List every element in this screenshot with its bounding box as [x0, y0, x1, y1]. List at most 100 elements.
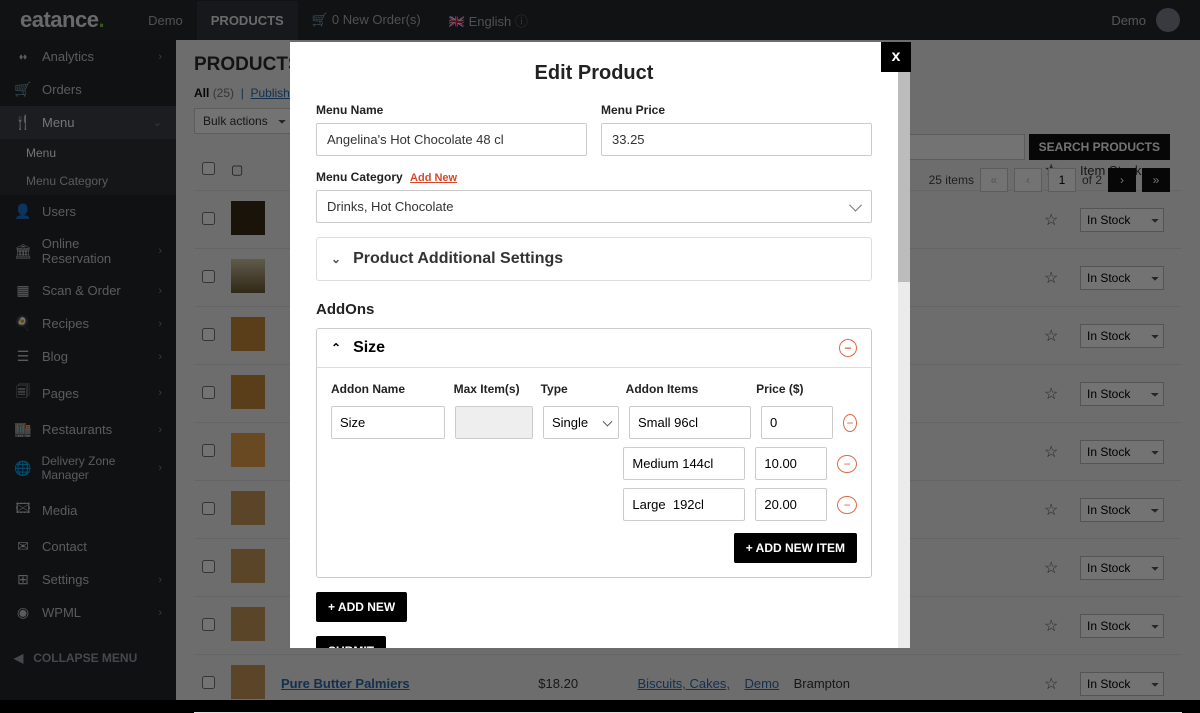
row-checkbox[interactable]: [202, 618, 215, 631]
bulk-actions-select[interactable]: Bulk actions: [194, 108, 291, 134]
select-all-checkbox[interactable]: [202, 162, 215, 175]
qr-icon: ▦: [14, 282, 32, 299]
row-checkbox[interactable]: [202, 328, 215, 341]
star-icon[interactable]: ☆: [1044, 444, 1058, 461]
row-checkbox[interactable]: [202, 212, 215, 225]
sidebar-sub-menu-category[interactable]: Menu Category: [0, 167, 176, 195]
menu-price-input[interactable]: [601, 123, 872, 156]
row-checkbox[interactable]: [202, 444, 215, 457]
row-checkbox[interactable]: [202, 676, 215, 689]
sidebar-item-blog[interactable]: ☰Blog›: [0, 340, 176, 373]
stock-select[interactable]: In Stock: [1080, 556, 1164, 580]
topbar-user[interactable]: Demo: [1111, 13, 1146, 28]
sidebar-item-analytics[interactable]: ⬪⬪Analytics›: [0, 40, 176, 73]
addon-item-name-input[interactable]: [623, 488, 745, 521]
product-name[interactable]: Pure Butter Palmiers: [281, 676, 410, 691]
logo[interactable]: eatance.: [20, 7, 104, 33]
stock-select[interactable]: In Stock: [1080, 324, 1164, 348]
collapse-icon: ◀: [14, 651, 23, 665]
pager-last[interactable]: »: [1142, 168, 1170, 192]
addon-item-name-input[interactable]: [623, 447, 745, 480]
add-new-addon-button[interactable]: + ADD NEW: [316, 592, 407, 622]
row-checkbox[interactable]: [202, 502, 215, 515]
chevron-right-icon: ›: [158, 462, 162, 474]
addon-item-name-input[interactable]: [629, 406, 751, 439]
topnav-demo[interactable]: Demo: [134, 1, 197, 40]
add-new-item-button[interactable]: + ADD NEW ITEM: [734, 533, 857, 563]
remove-item-icon[interactable]: −: [837, 455, 857, 473]
star-icon[interactable]: ☆: [1044, 676, 1058, 693]
stock-select[interactable]: In Stock: [1080, 614, 1164, 638]
chevron-right-icon: ›: [158, 574, 162, 586]
sidebar-item-scan-order[interactable]: ▦Scan & Order›: [0, 274, 176, 307]
addon-name-input[interactable]: [331, 406, 445, 439]
modal-scrollbar[interactable]: [898, 42, 910, 648]
col-addon-items: Addon Items: [626, 382, 746, 396]
collapse-menu-button[interactable]: ◀COLLAPSE MENU: [0, 643, 176, 673]
user-icon: 👤: [14, 203, 32, 220]
topnav-products[interactable]: PRODUCTS: [197, 1, 298, 40]
star-icon[interactable]: ☆: [1044, 618, 1058, 635]
addon-item-price-input[interactable]: [755, 447, 827, 480]
pager-prev[interactable]: ‹: [1014, 168, 1042, 192]
filter-all[interactable]: All (25): [194, 86, 234, 100]
sidebar-item-contact[interactable]: ✉Contact: [0, 530, 176, 563]
remove-item-icon[interactable]: −: [843, 414, 857, 432]
sidebar-item-orders[interactable]: 🛒Orders: [0, 73, 176, 106]
cart-icon: 🛒: [14, 81, 32, 98]
submit-button[interactable]: SUBMIT: [316, 636, 386, 648]
row-checkbox[interactable]: [202, 560, 215, 573]
star-icon[interactable]: ☆: [1044, 560, 1058, 577]
addon-max-input[interactable]: [455, 406, 533, 439]
product-thumb: [231, 317, 265, 351]
pager-current[interactable]: [1048, 168, 1076, 192]
grid-icon: ⊞: [14, 571, 32, 588]
product-additional-accordion[interactable]: ⌄ Product Additional Settings: [316, 237, 872, 281]
pager-first[interactable]: «: [980, 168, 1008, 192]
addon-item-price-input[interactable]: [761, 406, 833, 439]
addon-size-header[interactable]: ⌃ Size −: [317, 329, 871, 368]
sidebar-item-pages[interactable]: 🗐Pages›: [0, 373, 176, 413]
sidebar-item-media[interactable]: 🖾Media: [0, 490, 176, 530]
sidebar-item-online-reservation[interactable]: 🏛Online Reservation›: [0, 228, 176, 274]
sidebar-item-recipes[interactable]: 🍳Recipes›: [0, 307, 176, 340]
sidebar-item-delivery-zone[interactable]: 🌐Delivery Zone Manager›: [0, 446, 176, 490]
avatar[interactable]: [1156, 8, 1180, 32]
modal-close-button[interactable]: x: [881, 42, 911, 72]
addon-type-select[interactable]: Single: [543, 406, 619, 439]
sidebar-item-menu[interactable]: 🍴Menu⌄: [0, 106, 176, 139]
row-checkbox[interactable]: [202, 270, 215, 283]
menu-category-select[interactable]: Drinks, Hot Chocolate: [316, 190, 872, 223]
stock-select[interactable]: In Stock: [1080, 382, 1164, 406]
star-icon[interactable]: ☆: [1044, 212, 1058, 229]
row-checkbox[interactable]: [202, 386, 215, 399]
stock-select[interactable]: In Stock: [1080, 498, 1164, 522]
stock-select[interactable]: In Stock: [1080, 266, 1164, 290]
stock-select[interactable]: In Stock: [1080, 672, 1164, 696]
star-icon[interactable]: ☆: [1044, 386, 1058, 403]
remove-addon-icon[interactable]: −: [839, 339, 857, 357]
wpml-icon: ◉: [14, 604, 32, 621]
stock-select[interactable]: In Stock: [1080, 208, 1164, 232]
sidebar-sub-menu[interactable]: Menu: [0, 139, 176, 167]
star-icon[interactable]: ☆: [1044, 328, 1058, 345]
pager-next[interactable]: ›: [1108, 168, 1136, 192]
star-icon[interactable]: ☆: [1044, 502, 1058, 519]
chevron-right-icon: ›: [158, 424, 162, 436]
star-icon[interactable]: ☆: [1044, 270, 1058, 287]
stock-select[interactable]: In Stock: [1080, 440, 1164, 464]
search-products-button[interactable]: SEARCH PRODUCTS: [1029, 134, 1170, 160]
sidebar-item-users[interactable]: 👤Users: [0, 195, 176, 228]
menu-name-input[interactable]: [316, 123, 587, 156]
topnav-orders[interactable]: 🛒0 New Order(s): [298, 0, 435, 40]
topnav-lang[interactable]: 🇬🇧 English ⓘ: [435, 0, 542, 42]
addon-item-price-input[interactable]: [755, 488, 827, 521]
add-new-category-link[interactable]: Add New: [410, 172, 457, 184]
remove-item-icon[interactable]: −: [837, 496, 857, 514]
sidebar-item-wpml[interactable]: ◉WPML›: [0, 596, 176, 629]
sidebar-item-settings[interactable]: ⊞Settings›: [0, 563, 176, 596]
product-author[interactable]: Demo: [744, 676, 779, 691]
sidebar-item-restaurants[interactable]: 🏬Restaurants›: [0, 413, 176, 446]
product-cats[interactable]: Biscuits, Cakes,: [638, 676, 730, 691]
table-row[interactable]: Pure Butter Palmiers $18.20 Biscuits, Ca…: [194, 655, 1182, 713]
